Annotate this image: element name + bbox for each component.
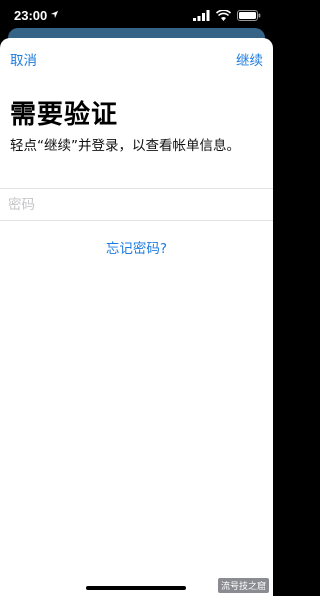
continue-button[interactable]: 继续 [236, 49, 263, 69]
home-indicator[interactable] [86, 586, 186, 590]
signal-bars-icon [193, 10, 210, 21]
status-icons [193, 10, 261, 21]
location-arrow-icon [50, 10, 59, 19]
status-time: 23:00 [14, 8, 48, 23]
forgot-password-link[interactable]: 忘记密码? [0, 237, 273, 257]
status-bar: 23:00 [0, 0, 273, 30]
divider-top [0, 188, 273, 189]
wifi-icon [216, 10, 231, 21]
password-field[interactable] [8, 190, 263, 220]
divider-bottom [0, 220, 273, 221]
cancel-button[interactable]: 取消 [10, 49, 37, 69]
description-text: 轻点“继续”并登录，以查看帐单信息。 [10, 138, 240, 154]
page-title: 需要验证 [10, 100, 119, 130]
verification-sheet: 取消 继续 需要验证 轻点“继续”并登录，以查看帐单信息。 忘记密码? 流号技之… [0, 38, 273, 596]
watermark: 流号技之窟 [217, 578, 269, 593]
navigation-bar: 取消 继续 [0, 38, 273, 82]
battery-icon [237, 10, 261, 21]
